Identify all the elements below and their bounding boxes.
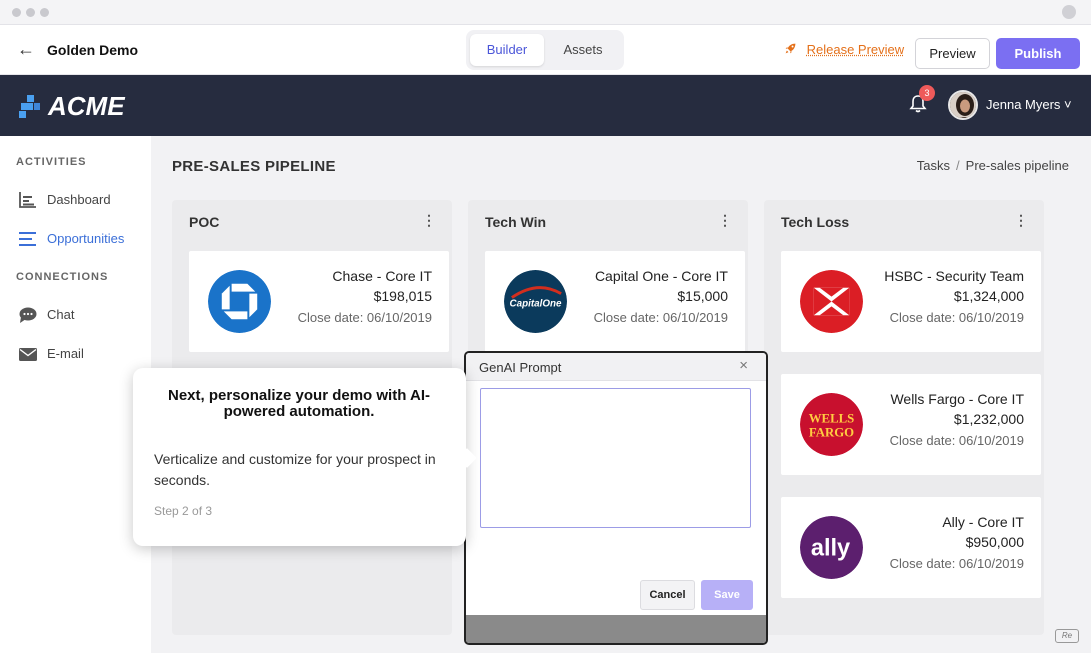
deal-name: Capital One - Core IT xyxy=(594,268,728,284)
window-dot-3[interactable] xyxy=(40,8,49,17)
wells-fargo-logo-text-2: FARGO xyxy=(809,425,854,439)
chat-icon xyxy=(19,307,37,323)
deal-card[interactable]: Chase - Core IT $198,015 Close date: 06/… xyxy=(189,251,449,352)
breadcrumb-current: Pre-sales pipeline xyxy=(965,158,1069,173)
deal-amount: $15,000 xyxy=(677,288,728,304)
kebab-menu-icon[interactable]: ⋮ xyxy=(718,212,732,229)
save-button[interactable]: Save xyxy=(701,580,753,610)
deal-amount: $1,324,000 xyxy=(953,288,1024,304)
window-circle-icon[interactable] xyxy=(1062,5,1076,19)
window-chrome xyxy=(0,0,1091,25)
breadcrumb-tasks[interactable]: Tasks xyxy=(917,158,950,173)
sidebar-item-label: Chat xyxy=(47,307,75,322)
tab-builder[interactable]: Builder xyxy=(470,34,544,66)
demo-title: Golden Demo xyxy=(47,42,139,58)
page-title: PRE-SALES PIPELINE xyxy=(172,158,336,175)
ally-logo-icon: ally xyxy=(800,516,863,579)
deal-name: HSBC - Security Team xyxy=(884,268,1024,284)
kebab-menu-icon[interactable]: ⋮ xyxy=(422,212,436,229)
list-icon xyxy=(19,232,36,246)
dialog-title: GenAI Prompt xyxy=(479,360,562,375)
deal-close-date: Close date: 06/10/2019 xyxy=(889,310,1024,325)
release-preview-link[interactable]: Release Preview xyxy=(784,42,904,57)
capital-one-logo-text: CapitalOne xyxy=(510,298,562,309)
pipeline-column-tech-loss: Tech Loss ⋮ HSBC - Security Team $1,324,… xyxy=(764,200,1044,635)
dialog-footer xyxy=(466,615,766,643)
rocket-icon xyxy=(784,42,801,57)
column-title: Tech Win xyxy=(485,214,547,230)
deal-close-date: Close date: 06/10/2019 xyxy=(889,433,1024,448)
dialog-header: GenAI Prompt × xyxy=(466,353,766,381)
sidebar-item-label: E-mail xyxy=(47,346,84,361)
close-icon[interactable]: × xyxy=(739,357,748,374)
chase-logo-icon xyxy=(208,270,271,333)
chart-icon xyxy=(19,192,36,208)
window-dot-2[interactable] xyxy=(26,8,35,17)
app-header: ACME 3 Jenna Myers ˅ xyxy=(0,75,1091,136)
deal-amount: $198,015 xyxy=(373,288,432,304)
deal-card[interactable]: WELLS FARGO Wells Fargo - Core IT $1,232… xyxy=(781,374,1041,475)
tooltip-title: Next, personalize your demo with AI-powe… xyxy=(168,387,430,420)
avatar[interactable] xyxy=(948,90,978,120)
notification-badge: 3 xyxy=(919,85,935,101)
deal-close-date: Close date: 06/10/2019 xyxy=(297,310,432,325)
brand-logo-text: ACME xyxy=(48,91,125,121)
user-menu[interactable]: Jenna Myers ˅ xyxy=(986,97,1072,112)
walkthrough-tooltip: Next, personalize your demo with AI-powe… xyxy=(133,368,477,546)
capital-one-logo-icon: CapitalOne xyxy=(504,270,567,333)
sidebar-item-label: Opportunities xyxy=(47,231,125,246)
wells-fargo-logo-text-1: WELLS xyxy=(809,412,854,426)
kebab-menu-icon[interactable]: ⋮ xyxy=(1014,212,1028,229)
wells-fargo-logo-icon: WELLS FARGO xyxy=(800,393,863,456)
tooltip-step: Step 2 of 3 xyxy=(154,504,213,518)
breadcrumb: Tasks / Pre-sales pipeline xyxy=(917,158,1069,173)
ally-logo-text: ally xyxy=(811,535,850,561)
deal-name: Ally - Core IT xyxy=(942,514,1024,530)
tooltip-body: Verticalize and customize for your prosp… xyxy=(154,451,436,488)
watermark-logo: Re xyxy=(1055,629,1079,643)
prompt-textarea[interactable] xyxy=(480,388,751,528)
deal-name: Wells Fargo - Core IT xyxy=(890,391,1024,407)
deal-card[interactable]: CapitalOne Capital One - Core IT $15,000… xyxy=(485,251,745,352)
deal-card[interactable]: HSBC - Security Team $1,324,000 Close da… xyxy=(781,251,1041,352)
column-title: POC xyxy=(189,214,220,230)
sidebar-heading-connections: CONNECTIONS xyxy=(16,271,109,283)
window-dot-1[interactable] xyxy=(12,8,21,17)
builder-toolbar: ← Golden Demo Builder Assets Release Pre… xyxy=(0,25,1091,75)
mail-icon xyxy=(19,348,37,361)
sidebar: ACTIVITIES Dashboard Opportunities CONNE… xyxy=(0,136,151,653)
deal-amount: $950,000 xyxy=(965,534,1024,550)
deal-close-date: Close date: 06/10/2019 xyxy=(593,310,728,325)
release-preview-label: Release Preview xyxy=(806,42,905,57)
column-title: Tech Loss xyxy=(781,214,850,230)
back-arrow-icon[interactable]: ← xyxy=(17,39,35,60)
acme-logo-icon xyxy=(19,95,40,118)
sidebar-item-label: Dashboard xyxy=(47,192,111,207)
tab-assets[interactable]: Assets xyxy=(550,34,616,66)
deal-close-date: Close date: 06/10/2019 xyxy=(889,556,1024,571)
breadcrumb-separator: / xyxy=(956,158,960,173)
view-switcher: Builder Assets xyxy=(466,30,624,70)
preview-button[interactable]: Preview xyxy=(915,38,990,69)
sidebar-heading-activities: ACTIVITIES xyxy=(16,156,87,168)
publish-button[interactable]: Publish xyxy=(996,38,1080,69)
deal-amount: $1,232,000 xyxy=(953,411,1024,427)
genai-prompt-dialog: GenAI Prompt × Cancel Save xyxy=(464,351,768,645)
deal-card[interactable]: ally Ally - Core IT $950,000 Close date:… xyxy=(781,497,1041,598)
cancel-button[interactable]: Cancel xyxy=(640,580,695,610)
hsbc-logo-icon xyxy=(800,270,863,333)
deal-name: Chase - Core IT xyxy=(332,268,432,284)
